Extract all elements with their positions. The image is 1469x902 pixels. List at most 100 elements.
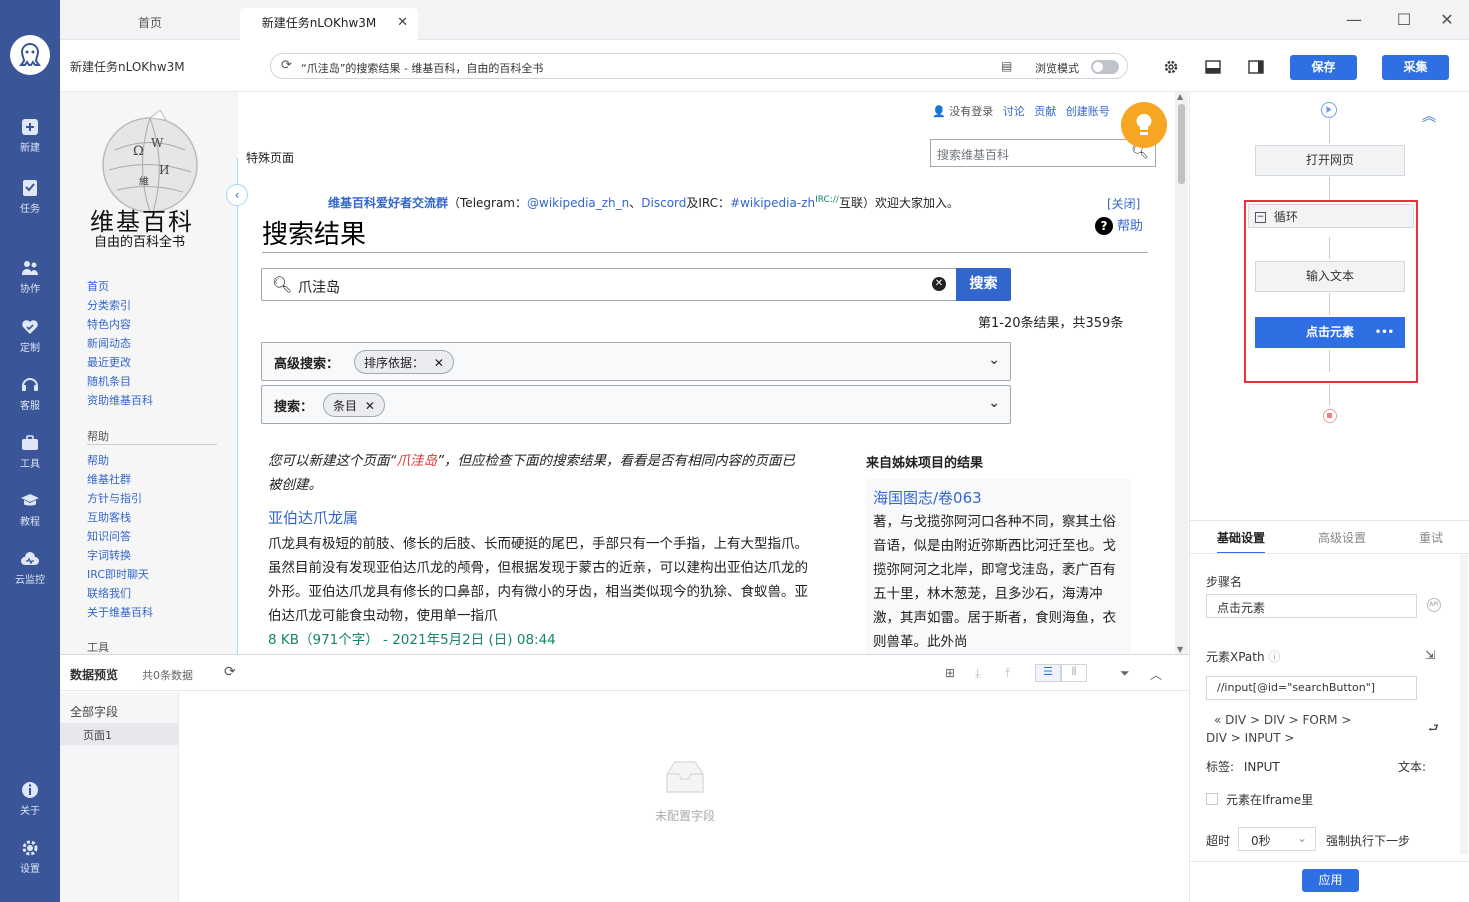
sidebar-item-service[interactable]: 客服 (0, 375, 60, 412)
contrib-link[interactable]: 贡献 (1034, 105, 1056, 118)
flow-node-click-element[interactable]: 点击元素 ••• (1255, 317, 1405, 348)
tab-home[interactable]: 首页 (60, 8, 240, 40)
xpath-breadcrumb[interactable]: « DIV > DIV > FORM > DIV > INPUT > (1206, 711, 1446, 747)
refresh-icon[interactable]: ⟳ (224, 664, 236, 680)
filter-icon[interactable]: ⏷ (1120, 666, 1134, 680)
chevron-down-icon[interactable]: ⌄ (988, 352, 1000, 368)
wiki-nav-link[interactable]: 首页 (87, 278, 109, 294)
help-link[interactable]: ? 帮助 (1095, 215, 1143, 235)
wiki-nav-link[interactable]: 资助维基百科 (87, 392, 153, 408)
results-search-input[interactable]: 🔍︎ 爪洼岛 ✕ (261, 268, 956, 301)
flow-node-open-page[interactable]: 打开网页 (1255, 145, 1405, 176)
collapse-up-icon[interactable]: ︽ (1422, 106, 1436, 126)
create-account-link[interactable]: 创建账号 (1066, 105, 1110, 118)
telegram-link[interactable]: @wikipedia_zh_n (527, 196, 629, 210)
sidebar-item-settings[interactable]: 设置 (0, 838, 60, 875)
result-title-link[interactable]: 亚伯达爪龙属 (268, 507, 808, 528)
wiki-help-link[interactable]: 知识问答 (87, 528, 131, 544)
wiki-nav-link[interactable]: 新闻动态 (87, 335, 131, 351)
layout-right-icon[interactable] (1248, 59, 1264, 75)
expand-icon[interactable]: ⮐ (1428, 719, 1439, 740)
wiki-help-link[interactable]: 互助客栈 (87, 509, 131, 525)
flow-node-input-text[interactable]: 输入文本 (1255, 261, 1405, 292)
chevron-down-icon[interactable]: ⌄ (988, 395, 1000, 411)
tab-special-page[interactable]: 特殊页面 (241, 144, 303, 168)
wiki-help-link[interactable]: IRC即时聊天 (87, 566, 149, 582)
browser-scrollbar[interactable]: ▲ ▼ (1175, 92, 1188, 654)
wiki-help-link[interactable]: 维基社群 (87, 471, 131, 487)
chip-close-icon[interactable]: ✕ (365, 399, 375, 413)
url-bar[interactable]: ⟳ “爪洼岛”的搜索结果 - 维基百科，自由的百科全书 ▤ 浏览模式 (270, 53, 1128, 79)
timeout-select[interactable]: 0秒 ⌄ (1238, 827, 1316, 851)
irc-link[interactable]: #wikipedia-zh (730, 196, 815, 210)
settings-scrollbar[interactable] (1460, 555, 1468, 855)
discord-link[interactable]: Discord (641, 196, 686, 210)
wiki-help-link[interactable]: 帮助 (87, 452, 109, 468)
all-fields-label[interactable]: 全部字段 (70, 703, 118, 720)
add-field-icon[interactable]: ⊞ (945, 666, 959, 680)
maximize-button[interactable]: ☐ (1394, 10, 1414, 30)
search-button[interactable]: 搜索 (956, 268, 1011, 301)
tab-new-task[interactable]: 新建任务nLOKhw3M ✕ (240, 8, 418, 40)
apply-button[interactable]: 应用 (1302, 869, 1359, 892)
wiki-help-link[interactable]: 字词转换 (87, 547, 131, 563)
path-line[interactable]: « DIV > DIV > FORM > (1206, 711, 1446, 729)
url-text[interactable]: “爪洼岛”的搜索结果 - 维基百科，自由的百科全书 (301, 60, 543, 76)
browse-mode-toggle[interactable] (1091, 60, 1119, 74)
path-line[interactable]: DIV > INPUT > (1206, 729, 1446, 747)
notice-group-link[interactable]: 维基百科爱好者交流群 (328, 196, 448, 210)
page-info-icon[interactable]: ▤ (1001, 59, 1012, 73)
sidebar-item-tutorial[interactable]: 教程 (0, 491, 60, 528)
collect-button[interactable]: 采集 (1382, 55, 1449, 80)
sidebar-item-collab[interactable]: 协作 (0, 258, 60, 295)
lightbulb-icon[interactable] (1121, 102, 1167, 148)
scroll-up-icon[interactable]: ▲ (1177, 92, 1183, 101)
create-page-link[interactable]: 爪洼岛 (397, 453, 438, 469)
iframe-checkbox[interactable] (1206, 793, 1218, 805)
clear-icon[interactable]: ✕ (932, 277, 946, 291)
pick-element-icon[interactable]: ⇲ (1425, 648, 1435, 662)
help-circle-icon[interactable]: ⓘ (1268, 650, 1280, 664)
chip-close-icon[interactable]: ✕ (434, 356, 444, 370)
tab-advanced-settings[interactable]: 高级设置 (1318, 529, 1366, 546)
entry-chip[interactable]: 条目 ✕ (323, 393, 385, 417)
settings-gear-icon[interactable] (1163, 59, 1179, 75)
page-item[interactable]: 页面1 (60, 723, 179, 745)
namespace-panel[interactable]: 搜索： 条目 ✕ ⌄ (261, 385, 1011, 424)
wiki-help-link[interactable]: 联络我们 (87, 585, 131, 601)
sidebar-item-about[interactable]: 关于 (0, 780, 60, 817)
collapse-minus-icon[interactable]: − (1255, 212, 1266, 223)
sister-title-link[interactable]: 海国图志/卷063 (873, 487, 1124, 508)
scroll-down-icon[interactable]: ▼ (1177, 645, 1183, 654)
tab-retry[interactable]: 重试 (1419, 529, 1443, 546)
wiki-nav-link[interactable]: 最近更改 (87, 354, 131, 370)
reload-icon[interactable]: ⟳ (281, 58, 292, 73)
talk-link[interactable]: 讨论 (1003, 105, 1025, 118)
xpath-input[interactable]: //input[@id="searchButton"] (1206, 676, 1417, 700)
collapse-up-icon[interactable]: ︿ (1150, 666, 1164, 682)
wiki-help-link[interactable]: 方针与指引 (87, 490, 142, 506)
api-icon[interactable]: API (1427, 598, 1441, 612)
sidebar-item-tools[interactable]: 工具 (0, 433, 60, 470)
search-value[interactable]: 爪洼岛 (298, 277, 340, 297)
tab-close-icon[interactable]: ✕ (397, 8, 408, 38)
flow-node-loop[interactable]: − 循环 (1248, 204, 1414, 228)
layout-bottom-icon[interactable] (1205, 59, 1221, 75)
wiki-nav-link[interactable]: 分类索引 (87, 297, 131, 313)
advanced-search-panel[interactable]: 高级搜索： 排序依据： ✕ ⌄ (261, 342, 1011, 381)
close-button[interactable]: ✕ (1437, 10, 1457, 30)
more-icon[interactable]: ••• (1375, 318, 1394, 347)
download-icon[interactable]: ⤓ (975, 666, 989, 680)
collapse-sidebar-button[interactable]: ‹ (226, 184, 248, 206)
sort-chip[interactable]: 排序依据： ✕ (354, 350, 454, 374)
minimize-button[interactable]: — (1344, 10, 1364, 30)
save-button[interactable]: 保存 (1290, 55, 1357, 80)
sidebar-item-cloud[interactable]: 云监控 (0, 549, 60, 586)
step-name-input[interactable]: 点击元素 (1206, 594, 1417, 618)
notice-close-link[interactable]: [关闭] (1107, 195, 1140, 212)
sidebar-item-new[interactable]: 新建 (0, 117, 60, 154)
sidebar-item-custom[interactable]: 定制 (0, 317, 60, 354)
wiki-help-link[interactable]: 关于维基百科 (87, 604, 153, 620)
upload-icon[interactable]: ⤒ (1005, 666, 1019, 680)
list-view-icon[interactable]: ☰ (1035, 664, 1061, 682)
